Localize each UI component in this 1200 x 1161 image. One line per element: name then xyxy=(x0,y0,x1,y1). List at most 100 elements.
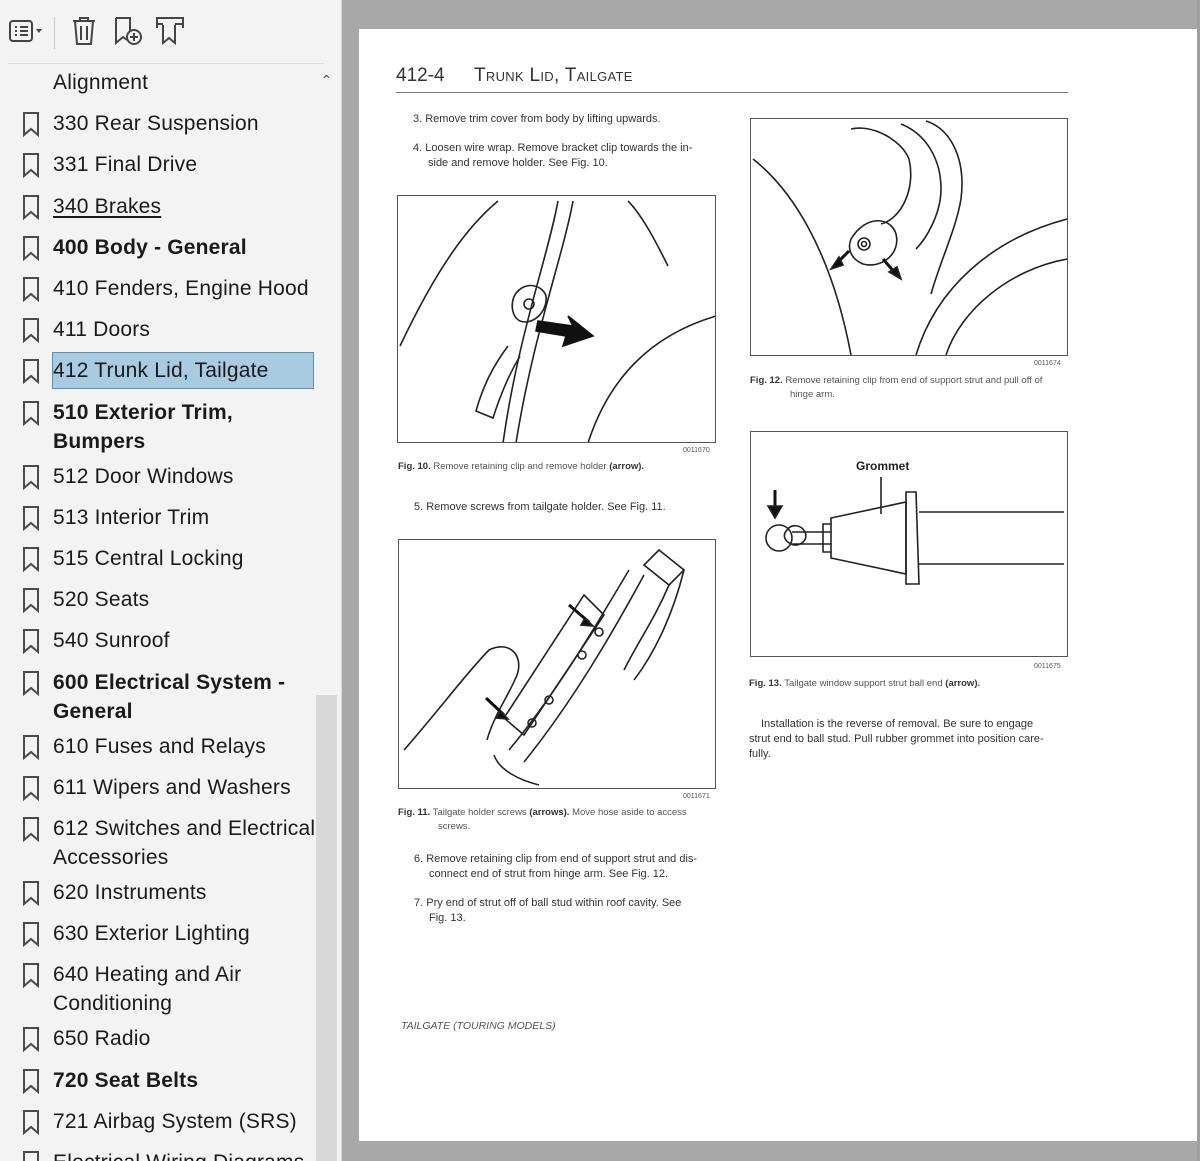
options-menu-icon xyxy=(7,16,47,51)
scroll-up-arrow-icon[interactable]: ⌃ xyxy=(316,72,337,96)
figure-10-label: Fig. 10. xyxy=(398,461,431,472)
delete-bookmark-button[interactable] xyxy=(65,13,103,53)
bookmark-item[interactable]: 540 Sunroof xyxy=(0,626,316,657)
page-footer: TAILGATE (TOURING MODELS) xyxy=(401,1020,556,1032)
bookmark-label: 510 Exterior Trim, xyxy=(53,400,233,424)
bookmark-icon xyxy=(22,1026,40,1053)
bookmark-label: 620 Instruments xyxy=(53,881,207,904)
figure-12 xyxy=(750,118,1068,356)
step-7-line-2: Fig. 13. xyxy=(429,912,466,924)
bookmark-label: 650 Radio xyxy=(53,1027,151,1051)
bookmark-item[interactable]: 410 Fenders, Engine Hood xyxy=(0,274,316,305)
bookmark-icon xyxy=(22,880,40,907)
step-4-line-1: 4. Loosen wire wrap. Remove bracket clip… xyxy=(413,142,693,154)
figure-12-caption-text: Remove retaining clip from end of suppor… xyxy=(785,375,1043,386)
bookmark-icon xyxy=(22,152,40,179)
figure-13-caption-arrow: (arrow). xyxy=(945,678,981,689)
toolbar-separator xyxy=(54,17,55,49)
bookmarks-scroll-thumb[interactable] xyxy=(316,695,337,1161)
bookmark-label: 540 Sunroof xyxy=(53,629,170,653)
bookmark-icon xyxy=(22,111,40,138)
bookmark-icon xyxy=(22,775,40,801)
figure-12-caption-line-2: hinge arm. xyxy=(790,389,835,400)
figure-13-label: Fig. 13. xyxy=(749,678,782,689)
figure-11-caption-text-2: Move hose aside to access xyxy=(572,807,687,818)
bookmark-item[interactable]: Electrical Wiring Diagrams xyxy=(0,1148,316,1161)
installation-line-3: fully. xyxy=(749,748,771,760)
bookmark-label: 512 Door Windows xyxy=(53,464,234,488)
figure-10 xyxy=(397,195,716,443)
bookmark-label-continued: Bumpers xyxy=(53,429,146,453)
step-5: 5. Remove screws from tailgate holder. S… xyxy=(414,501,666,513)
options-menu-button[interactable] xyxy=(8,13,46,53)
bookmark-label-continued: Accessories xyxy=(53,846,169,869)
bookmark-label: 612 Switches and Electrical xyxy=(53,817,316,840)
bookmark-icon xyxy=(22,194,40,220)
bookmark-item[interactable]: 512 Door Windows xyxy=(0,462,316,493)
bookmark-label: Electrical Wiring Diagrams xyxy=(53,1148,304,1161)
figure-12-label: Fig. 12. xyxy=(750,375,783,386)
bookmark-label-continued: Conditioning xyxy=(53,992,173,1016)
installation-line-1: Installation is the reverse of removal. … xyxy=(761,718,1034,730)
bookmark-label: 515 Central Locking xyxy=(53,547,244,570)
bookmark-icon xyxy=(22,546,40,573)
bookmark-label: 411 Doors xyxy=(53,318,151,342)
bookmark-item[interactable]: 412 Trunk Lid, Tailgate xyxy=(0,352,316,390)
bookmark-item[interactable]: 650 Radio xyxy=(0,1024,316,1055)
bookmark-icon xyxy=(22,276,40,303)
bookmark-item[interactable]: 510 Exterior Trim, Bumpers xyxy=(0,398,316,458)
bookmark-item[interactable]: 515 Central Locking xyxy=(0,544,316,575)
bookmark-label: 400 Body - General xyxy=(53,235,247,259)
bookmark-icon xyxy=(22,358,40,385)
bookmark-item[interactable]: 610 Fuses and Relays xyxy=(0,732,316,763)
bookmark-item[interactable]: 340 Brakes xyxy=(0,192,316,223)
figure-11-caption-line-2: screws. xyxy=(438,821,471,832)
bookmark-icon xyxy=(22,317,40,344)
bookmark-icon xyxy=(22,962,40,989)
bookmark-item[interactable]: 400 Body - General xyxy=(0,233,316,264)
bookmarks-panel: Alignment 330 Rear Suspension 331 Final Dr… xyxy=(0,0,342,1161)
bookmark-item[interactable]: 721 Airbag System (SRS) xyxy=(0,1107,316,1138)
bookmark-label: 720 Seat Belts xyxy=(53,1068,199,1092)
bookmark-label: 330 Rear Suspension xyxy=(53,112,259,136)
search-bookmark-button[interactable] xyxy=(153,13,191,53)
bookmark-item[interactable]: 720 Seat Belts xyxy=(0,1066,316,1097)
page-number-header: 412-4 xyxy=(396,65,445,86)
figure-12-id: 0011674 xyxy=(1034,360,1061,367)
search-bookmark-icon xyxy=(154,15,190,52)
bookmark-item[interactable]: 640 Heating and Air Conditioning xyxy=(0,960,316,1020)
bookmark-label: 513 Interior Trim xyxy=(53,505,210,529)
bookmark-label: 600 Electrical System - xyxy=(53,670,286,694)
step-7-line-1: 7. Pry end of strut off of ball stud wit… xyxy=(414,897,682,909)
step-6-line-2: connect end of strut from hinge arm. See… xyxy=(429,868,669,880)
add-bookmark-button[interactable] xyxy=(109,13,147,53)
bookmark-item[interactable]: 331 Final Drive xyxy=(0,150,316,181)
bookmark-label: 410 Fenders, Engine Hood xyxy=(53,277,309,300)
figure-11-caption-line-1: Fig. 11. Tailgate holder screws (arrows)… xyxy=(398,806,687,820)
trash-icon xyxy=(69,15,99,52)
page-title: Trunk Lid, Tailgate xyxy=(474,65,633,86)
step-6-line-1: 6. Remove retaining clip from end of sup… xyxy=(414,853,698,865)
bookmark-item[interactable]: 600 Electrical System - General xyxy=(0,668,316,728)
step-3: 3. Remove trim cover from body by liftin… xyxy=(413,113,661,125)
bookmark-label: 340 Brakes xyxy=(53,194,162,218)
bookmark-item[interactable]: 330 Rear Suspension xyxy=(0,109,316,140)
figure-10-caption-arrow: (arrow). xyxy=(609,461,645,472)
bookmark-icon xyxy=(22,628,40,655)
header-rule xyxy=(396,92,1068,93)
bookmark-item[interactable]: 620 Instruments xyxy=(0,878,316,909)
bookmarks-toolbar xyxy=(8,8,324,58)
bookmark-item[interactable]: 611 Wipers and Washers xyxy=(0,773,316,804)
figure-10-caption: Fig. 10. Remove retaining clip and remov… xyxy=(398,460,644,474)
bookmark-icon xyxy=(22,1109,40,1135)
figure-13: Grommet xyxy=(750,431,1068,657)
bookmark-item[interactable]: Alignment xyxy=(0,68,316,99)
bookmark-label: 520 Seats xyxy=(53,588,150,612)
figure-11-caption-text: Tailgate holder screws xyxy=(432,807,527,818)
bookmark-item[interactable]: 612 Switches and Electrical Accessories xyxy=(0,814,316,874)
figure-13-caption: Fig. 13. Tailgate window support strut b… xyxy=(749,677,980,691)
bookmark-item[interactable]: 411 Doors xyxy=(0,315,316,346)
bookmark-item[interactable]: 513 Interior Trim xyxy=(0,503,316,534)
bookmark-item[interactable]: 630 Exterior Lighting xyxy=(0,919,316,950)
bookmark-item[interactable]: 520 Seats xyxy=(0,585,316,616)
